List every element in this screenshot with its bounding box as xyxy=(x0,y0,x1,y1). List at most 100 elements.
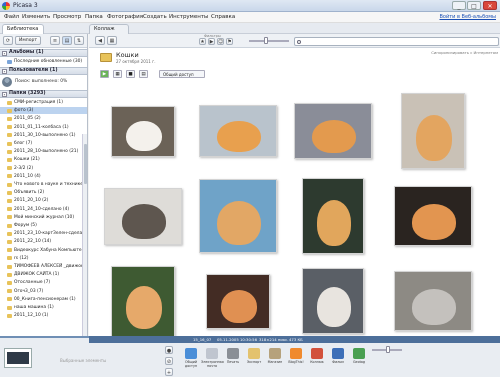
signin-web-albums-link[interactable]: Войти в Веб-альбомы xyxy=(440,14,497,20)
action-button[interactable]: Общий доступ xyxy=(180,346,202,377)
sidebar-folder-item[interactable]: Отосланные (7) xyxy=(0,279,87,286)
back-icon[interactable]: ◀ xyxy=(95,36,105,45)
sync-icon[interactable]: ⟳ xyxy=(3,36,13,45)
menu-tools[interactable]: Инструменты xyxy=(169,14,208,20)
minimize-button[interactable]: _ xyxy=(452,1,466,10)
action-button[interactable]: Электронная почта xyxy=(201,346,224,377)
date-filter-slider-knob[interactable] xyxy=(264,37,268,44)
search-input[interactable] xyxy=(294,37,499,46)
collapse-icon[interactable]: - xyxy=(2,92,7,97)
sidebar-folder-item[interactable]: 2011_01_11-колбаса (1) xyxy=(0,124,87,131)
action-button[interactable]: Фильм xyxy=(327,346,349,377)
album-title[interactable]: Кошки xyxy=(116,51,139,59)
sidebar-folder-item[interactable]: СМИ-регистрация (1) xyxy=(0,99,87,106)
menu-create[interactable]: Создать xyxy=(143,14,167,20)
photo-thumbnail[interactable] xyxy=(302,268,364,334)
zoom-slider-knob[interactable] xyxy=(386,346,390,353)
upload-icon[interactable]: ▤ xyxy=(139,70,148,78)
action-button[interactable]: BlogThis! xyxy=(285,346,307,377)
photo-thumbnail[interactable] xyxy=(294,103,372,159)
menu-edit[interactable]: Изменить xyxy=(22,14,50,20)
scrollbar-thumb[interactable] xyxy=(84,144,87,184)
folder-view-icon[interactable]: ▦ xyxy=(107,36,117,45)
sidebar-scrollbar[interactable] xyxy=(82,134,87,336)
close-button[interactable]: ✕ xyxy=(483,1,497,10)
menu-folder[interactable]: Папка xyxy=(85,14,103,20)
sidebar-folder-item[interactable]: ДВИЖОК САЙТА (1) xyxy=(0,271,87,278)
photo-thumbnail[interactable] xyxy=(199,105,277,157)
menu-photo[interactable]: Фотография xyxy=(107,14,143,20)
sidebar-folder-item[interactable]: 2011_10 (4) xyxy=(0,173,87,180)
list-view-icon[interactable]: ≡ xyxy=(50,36,60,45)
play-slideshow-icon[interactable]: ▶ xyxy=(100,70,109,78)
photo-thumbnail[interactable] xyxy=(302,178,364,254)
sidebar-folder-item[interactable]: Видеокурс Хабуна Компьютер... xyxy=(0,247,87,254)
photo-thumbnail[interactable] xyxy=(104,187,182,245)
sort-icon[interactable]: ⇅ xyxy=(74,36,84,45)
albums-section-header[interactable]: - Альбомы (1) xyxy=(0,49,87,57)
sidebar-folder-item[interactable]: ТИМОФЕЕВ АЛЕКСЕЙ _движок... xyxy=(0,263,87,270)
tree-view-icon[interactable]: ▤ xyxy=(62,36,72,45)
folder-icon xyxy=(7,182,12,187)
add-to-album-icon[interactable]: + xyxy=(165,368,173,376)
photo-thumbnail[interactable] xyxy=(401,93,465,169)
sidebar-folder-item[interactable]: Мой минский журнал (10) xyxy=(0,214,87,221)
sidebar-folder-item[interactable]: 2011_30_10-выполнено (1) xyxy=(0,132,87,139)
sidebar-album-item[interactable]: Последние обновленные (30) xyxy=(0,58,87,65)
star-filter-icon[interactable]: ★ xyxy=(199,38,206,45)
action-button[interactable]: Коллаж xyxy=(306,346,328,377)
sidebar-folder-item[interactable]: Кошки (21) xyxy=(0,156,87,163)
share-button[interactable]: Общий доступ xyxy=(159,70,205,78)
sidebar-folder-item[interactable]: 2011_23_10-картЗелен-сделан xyxy=(0,230,87,237)
hold-icon[interactable]: ● xyxy=(165,346,173,354)
action-button[interactable]: Магазин xyxy=(264,346,286,377)
date-filter-slider[interactable] xyxy=(249,40,289,42)
sync-label[interactable]: Синхронизировать с Интернетом xyxy=(431,50,498,55)
geotag-filter-icon[interactable]: ⚑ xyxy=(226,38,233,45)
action-button[interactable]: Экспорт xyxy=(243,346,265,377)
sidebar-folder-item[interactable]: 00_Книга-пенсионерам (1) xyxy=(0,296,87,303)
sidebar-folder-item[interactable]: фото (3) xyxy=(0,107,87,115)
action-button[interactable]: Geotag xyxy=(348,346,370,377)
sidebar-folder-item[interactable]: Объявить (2) xyxy=(0,189,87,196)
sidebar-folder-item[interactable]: rs (12) xyxy=(0,255,87,262)
photo-thumbnail[interactable] xyxy=(111,105,175,157)
photo-thumbnail[interactable] xyxy=(394,271,472,331)
action-button[interactable]: Печать xyxy=(222,346,244,377)
video-filter-icon[interactable]: ▶ xyxy=(208,38,215,45)
sidebar-folder-item[interactable]: 2-3/2 (2) xyxy=(0,165,87,172)
menu-help[interactable]: Справка xyxy=(211,14,235,20)
photo-thumbnail[interactable] xyxy=(206,273,270,329)
sidebar-folder-item[interactable]: 2011_20_10 (2) xyxy=(0,197,87,204)
folders-section-header[interactable]: - Папки (3293) xyxy=(0,90,87,98)
sidebar-folder-item[interactable]: 2011_05 (2) xyxy=(0,115,87,122)
sidebar-folder-item[interactable]: 2011_12_10 (1) xyxy=(0,312,87,319)
collapse-icon[interactable]: - xyxy=(2,51,7,56)
sidebar-folder-item[interactable]: Что нового в науке и технике (1) xyxy=(0,181,87,188)
sidebar-folder-item[interactable]: 2011_24_10-сделано (4) xyxy=(0,206,87,213)
sidebar-folder-item[interactable]: Огоч3_03 (7) xyxy=(0,288,87,295)
sidebar-folder-item[interactable]: 2011_28_10-выполнено (21) xyxy=(0,148,87,155)
faces-filter-icon[interactable]: ☺ xyxy=(217,38,224,45)
photo-thumbnail[interactable] xyxy=(394,186,472,246)
sidebar-folder-item[interactable]: блог (7) xyxy=(0,140,87,147)
menu-file[interactable]: Файл xyxy=(4,14,19,20)
collage-icon[interactable]: ▦ xyxy=(113,70,122,78)
maximize-button[interactable]: □ xyxy=(467,1,481,10)
sidebar-folder-item[interactable]: наша машина (1) xyxy=(0,304,87,311)
import-button[interactable]: Импорт xyxy=(15,36,41,45)
menu-view[interactable]: Просмотр xyxy=(53,14,81,20)
tab-collage[interactable]: Коллаж xyxy=(89,24,129,34)
movie-icon[interactable]: ■ xyxy=(126,70,135,78)
sidebar-folder-item[interactable]: Форум (5) xyxy=(0,222,87,229)
people-section-header[interactable]: - Пользователи (1) xyxy=(0,67,87,75)
people-item[interactable]: Поиск: выполнено: 0% xyxy=(0,76,87,88)
photo-thumbnail[interactable] xyxy=(111,265,175,336)
clear-icon[interactable]: ⊘ xyxy=(165,357,173,365)
tab-library[interactable]: Библиотека xyxy=(2,24,44,34)
photo-thumbnail[interactable] xyxy=(199,179,277,253)
tray-thumbnail[interactable] xyxy=(4,348,32,368)
action-icon xyxy=(227,348,239,359)
collapse-icon[interactable]: - xyxy=(2,69,7,74)
sidebar-folder-item[interactable]: 2011_22_10 (14) xyxy=(0,238,87,245)
